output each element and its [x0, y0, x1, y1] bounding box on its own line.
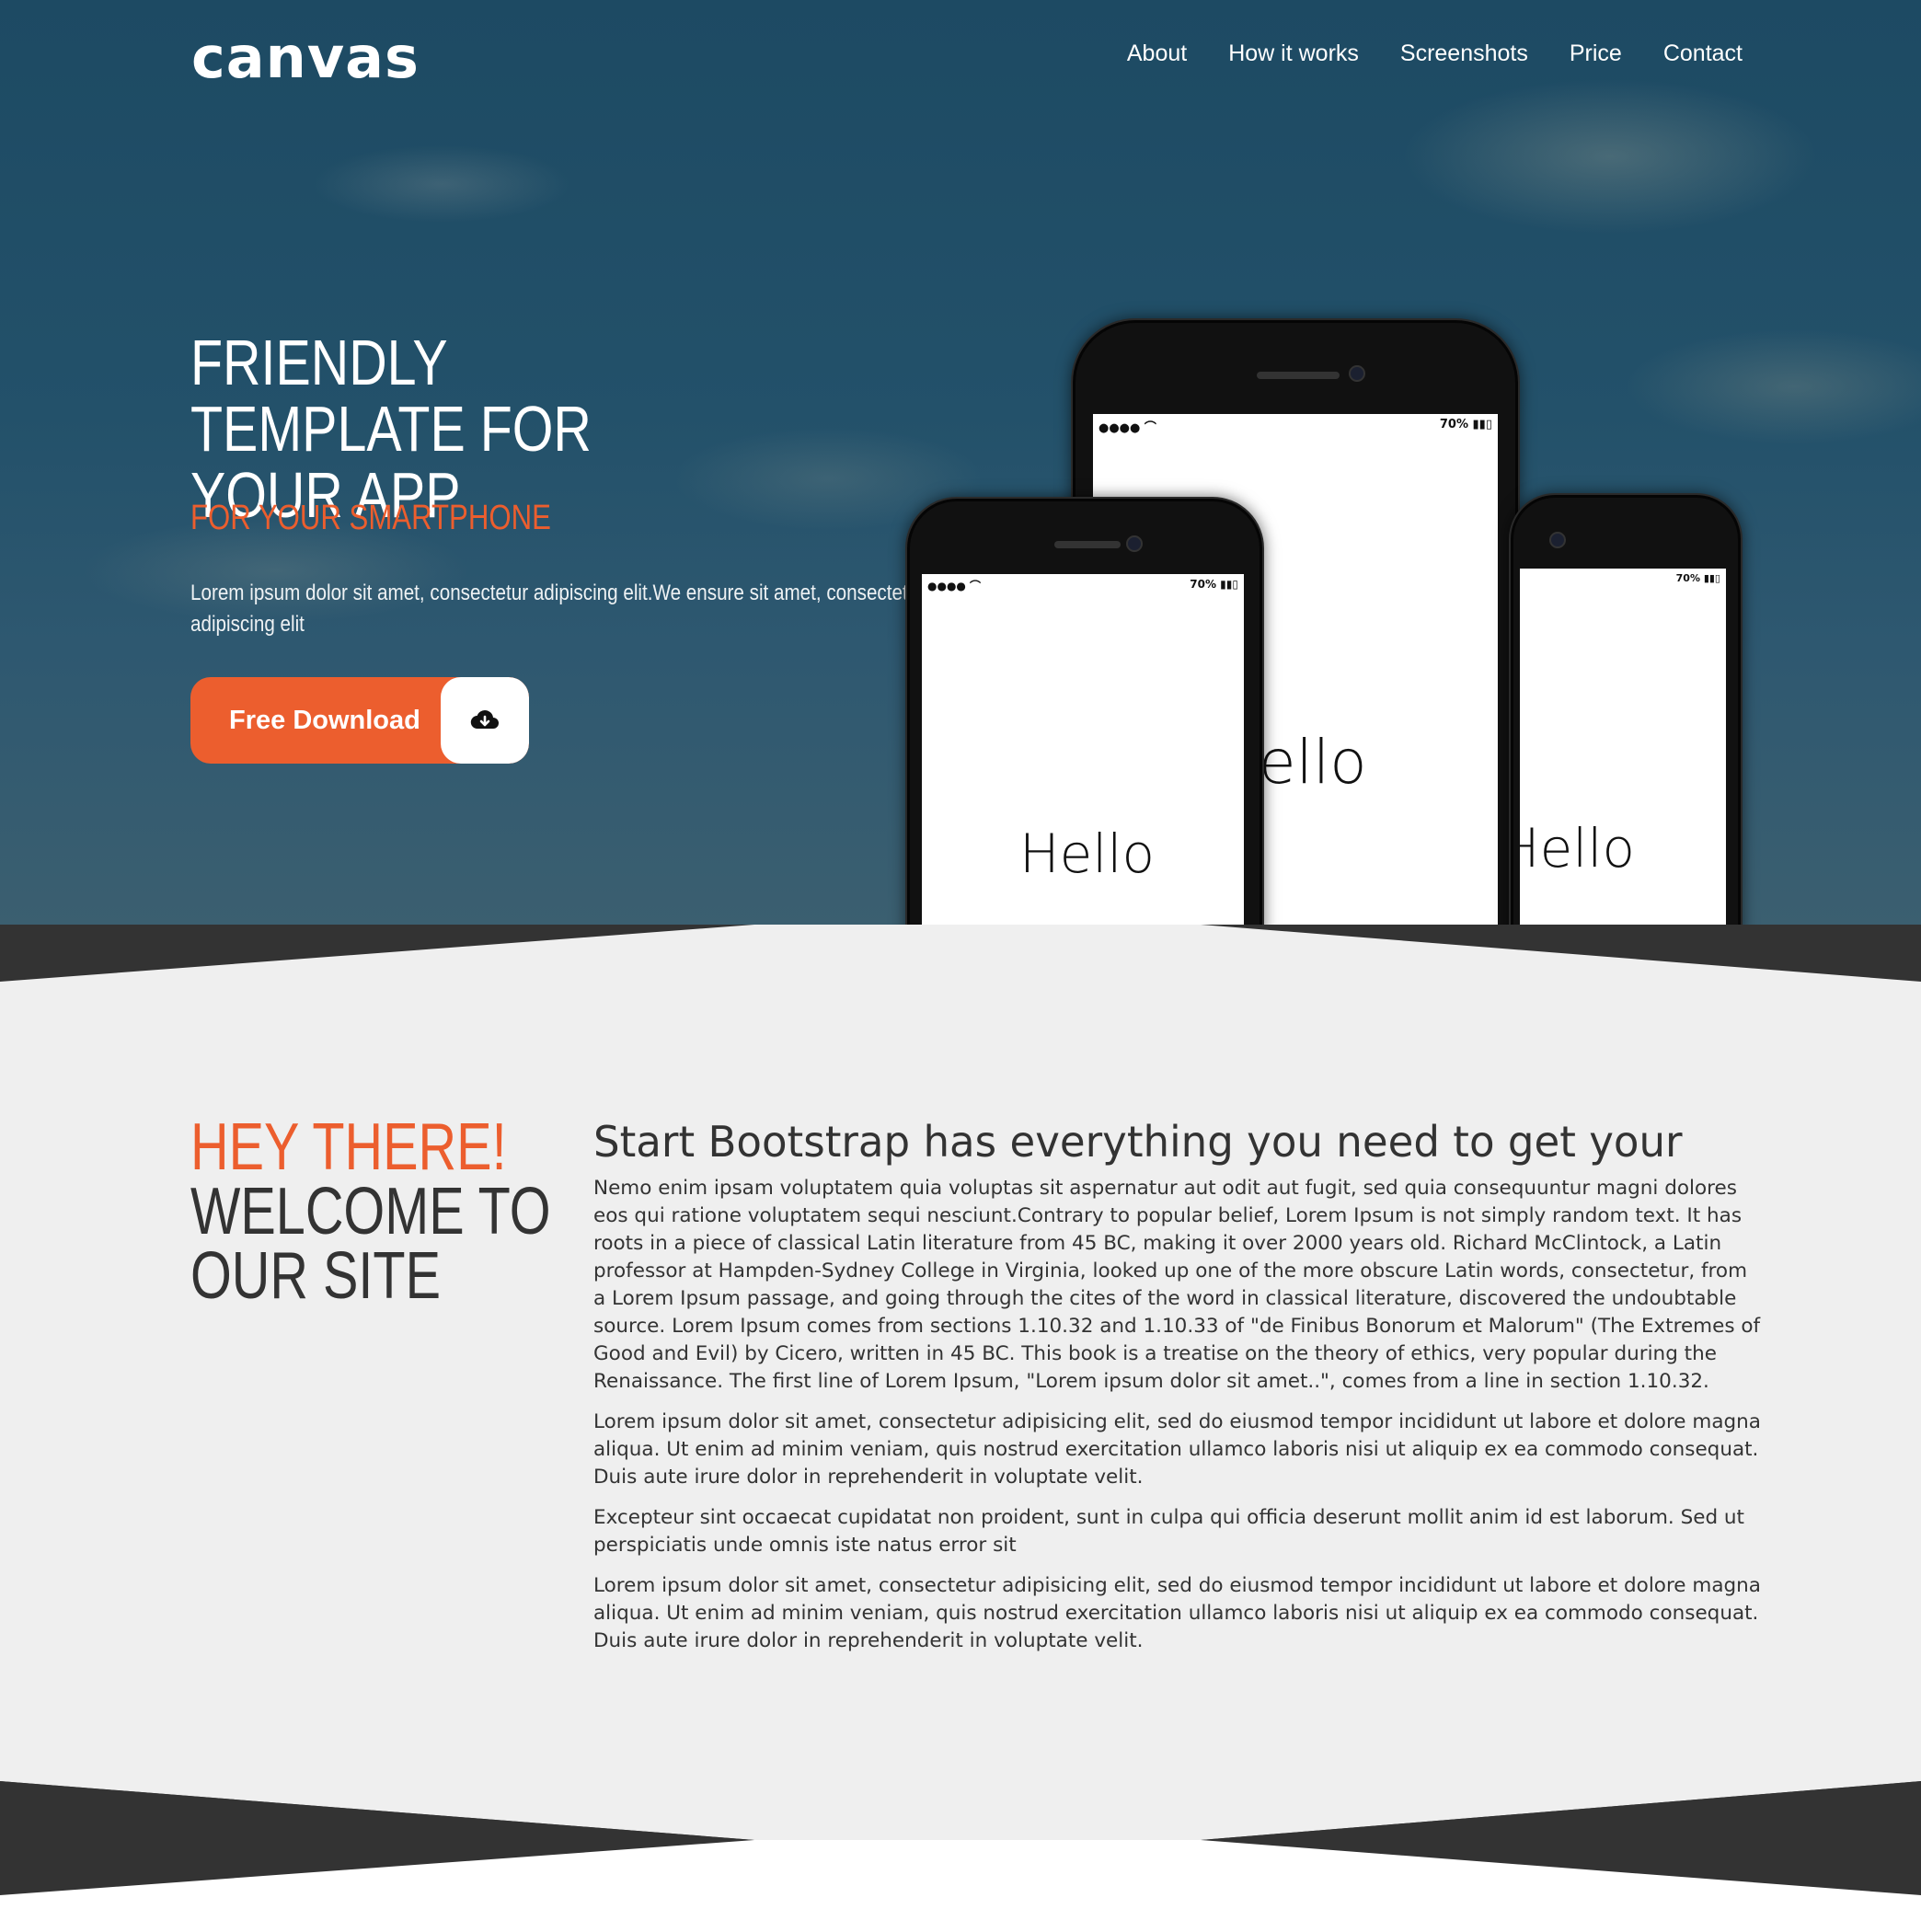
battery-indicator: 70% ▮▮▯ — [1190, 578, 1238, 591]
phone-speaker — [1054, 541, 1121, 548]
nav-contact[interactable]: Contact — [1663, 40, 1743, 67]
battery-indicator: 70% ▮▮▯ — [1675, 572, 1720, 584]
free-download-button[interactable]: Free Download — [190, 677, 529, 764]
signal-icon: ●●●● ⌒ — [1099, 421, 1156, 435]
status-bar: ●●●● ⌒ 70% ▮▮▯ — [1099, 418, 1492, 435]
about-content: Start Bootstrap has everything you need … — [593, 1116, 1762, 1668]
nav-about[interactable]: About — [1127, 40, 1187, 67]
nav-how-it-works[interactable]: How it works — [1228, 40, 1359, 67]
welcome-heading-line2: WELCOME TO — [190, 1175, 551, 1248]
hello-text: ello — [1259, 727, 1367, 798]
hello-text: Hello — [1520, 817, 1636, 880]
about-paragraph: Lorem ipsum dolor sit amet, consectetur … — [593, 1574, 1761, 1652]
welcome-heading: HEY THERE! WELCOME TO OUR SITE — [190, 1110, 551, 1313]
signal-icon: ●●●● ⌒ — [927, 580, 982, 592]
about-title: Start Bootstrap has everything you need … — [593, 1117, 1683, 1167]
phone-screen: 70% ▮▮▯ Hello — [1520, 569, 1726, 925]
nav-price[interactable]: Price — [1570, 40, 1622, 67]
phone-mockup-right: 70% ▮▮▯ Hello — [1509, 493, 1743, 925]
about-paragraph: Excepteur sint occaecat cupidatat non pr… — [593, 1506, 1744, 1557]
phone-camera — [1549, 532, 1566, 548]
hello-text: Hello — [1019, 822, 1156, 885]
phone-camera — [1349, 365, 1365, 382]
footer-divider — [0, 1781, 1921, 1895]
hero-subtitle: FOR YOUR SMARTPHONE — [190, 499, 551, 537]
about-paragraph: Lorem ipsum dolor sit amet, consectetur … — [593, 1410, 1761, 1489]
welcome-heading-accent: HEY THERE! — [190, 1110, 507, 1184]
hero-description: Lorem ipsum dolor sit amet, consectetur … — [190, 581, 926, 637]
phone-mockup-front: ●●●● ⌒ 70% ▮▮▯ Hello — [905, 497, 1264, 925]
welcome-heading-line3: OUR SITE — [190, 1239, 442, 1313]
nav-screenshots[interactable]: Screenshots — [1400, 40, 1528, 67]
cloud-download-icon — [441, 677, 529, 764]
section-divider-top — [0, 925, 1921, 982]
phone-screen: ●●●● ⌒ 70% ▮▮▯ Hello — [922, 574, 1244, 925]
status-bar: ●●●● ⌒ 70% ▮▮▯ — [927, 578, 1238, 593]
about-paragraph: Nemo enim ipsam voluptatem quia voluptas… — [593, 1177, 1761, 1393]
phone-speaker — [1257, 372, 1340, 379]
hero-section: canvas About How it works Screenshots Pr… — [0, 0, 1921, 925]
main-nav: About How it works Screenshots Price Con… — [1127, 40, 1743, 67]
status-bar: 70% ▮▮▯ — [1525, 572, 1720, 584]
brand-logo[interactable]: canvas — [191, 24, 420, 91]
phone-camera — [1126, 535, 1143, 552]
free-download-label: Free Download — [229, 706, 420, 735]
battery-indicator: 70% ▮▮▯ — [1439, 418, 1492, 431]
